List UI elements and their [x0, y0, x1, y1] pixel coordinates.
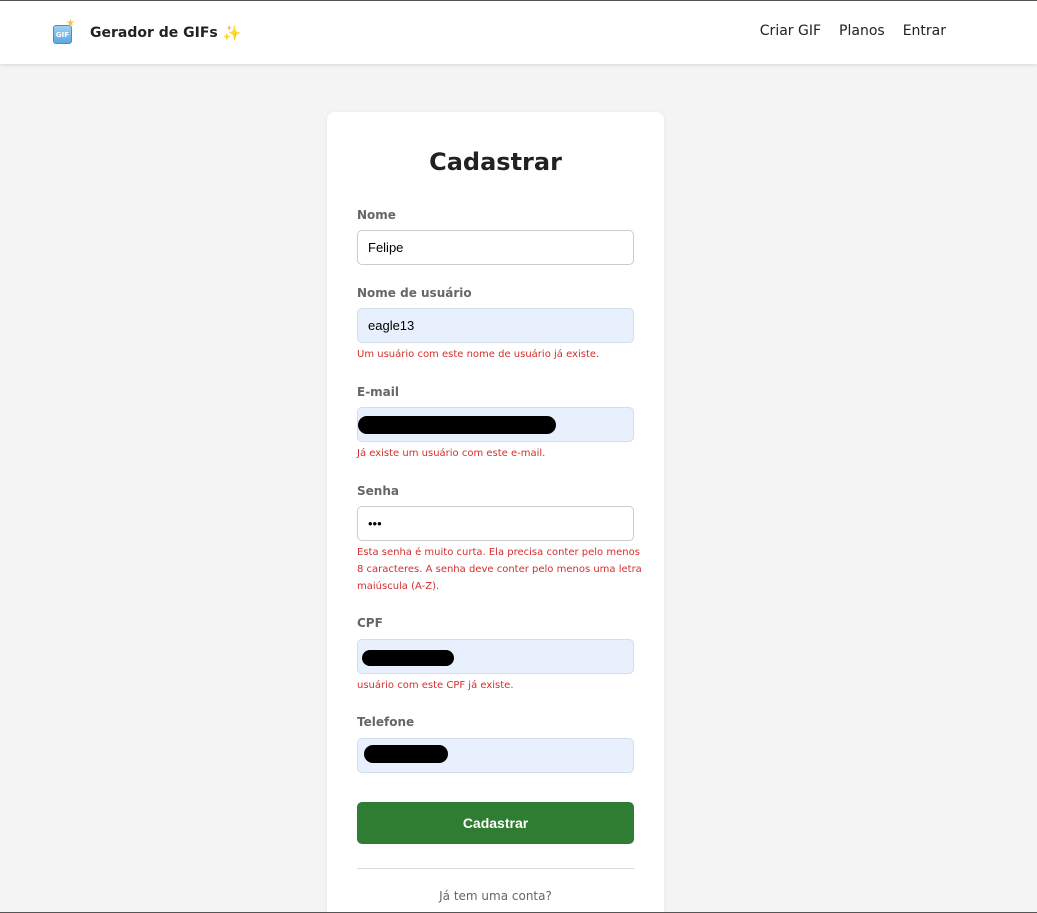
email-input[interactable]: [357, 407, 634, 442]
main-nav: Criar GIF Planos Entrar: [760, 23, 946, 39]
username-label: Nome de usuário: [357, 286, 472, 300]
login-prompt: Já tem uma conta?: [439, 889, 552, 903]
signup-card: Cadastrar Nome Felipe Nome de usuário ea…: [327, 112, 664, 913]
cpf-label: CPF: [357, 616, 383, 630]
senha-label: Senha: [357, 484, 399, 498]
top-navbar: GIF ★ Gerador de GIFs ✨ Criar GIF Planos…: [0, 1, 1037, 64]
gif-logo-icon: GIF ★: [53, 19, 75, 44]
username-value: eagle13: [368, 318, 415, 333]
redaction-mark: [362, 650, 454, 666]
senha-value: •••: [368, 516, 382, 531]
nome-label: Nome: [357, 208, 396, 222]
brand-link[interactable]: GIF ★ Gerador de GIFs ✨: [53, 19, 242, 46]
nav-planos[interactable]: Planos: [839, 23, 885, 39]
senha-input[interactable]: •••: [357, 506, 634, 541]
email-label: E-mail: [357, 385, 400, 399]
telefone-label: Telefone: [357, 715, 415, 729]
submit-button[interactable]: Cadastrar: [357, 802, 634, 844]
page-title: Cadastrar: [429, 148, 562, 176]
username-input[interactable]: eagle13: [357, 308, 634, 343]
nav-criar-gif[interactable]: Criar GIF: [760, 23, 821, 39]
redaction-mark: [358, 416, 556, 434]
email-error: Já existe um usuário com este e-mail.: [357, 448, 546, 459]
username-error: Um usuário com este nome de usuário já e…: [357, 349, 600, 360]
divider: [357, 868, 634, 869]
cpf-error: usuário com este CPF já existe.: [357, 680, 514, 691]
nome-value: Felipe: [368, 240, 404, 255]
redaction-mark: [364, 745, 448, 763]
nome-input[interactable]: Felipe: [357, 230, 634, 265]
cpf-input[interactable]: [357, 639, 634, 674]
nav-entrar[interactable]: Entrar: [903, 23, 946, 39]
brand-name: Gerador de GIFs ✨: [90, 24, 242, 42]
senha-error: Esta senha é muito curta. Ela precisa co…: [357, 547, 642, 592]
sparkle-icon: ✨: [222, 24, 242, 42]
telefone-input[interactable]: [357, 738, 634, 773]
